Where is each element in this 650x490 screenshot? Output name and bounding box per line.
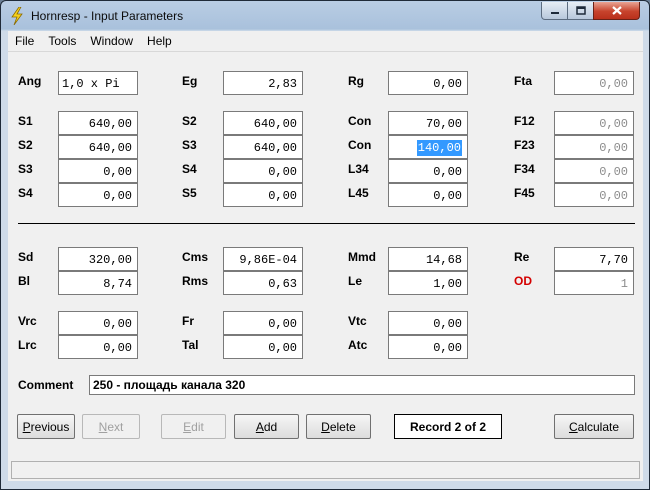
- record-indicator: Record 2 of 2: [394, 414, 502, 439]
- s2-lower-field[interactable]: 640,00: [58, 135, 138, 159]
- title-bar[interactable]: Hornresp - Input Parameters: [1, 1, 649, 31]
- s4-field[interactable]: 0,00: [223, 159, 303, 183]
- s2-field[interactable]: 640,00: [223, 111, 303, 135]
- fr-field[interactable]: 0,00: [223, 311, 303, 335]
- s5-field[interactable]: 0,00: [223, 183, 303, 207]
- con2-field[interactable]: 140,00: [388, 135, 468, 159]
- maximize-icon: [575, 6, 586, 15]
- menu-window[interactable]: Window: [83, 34, 140, 48]
- s3-label: S3: [182, 138, 197, 152]
- re-field[interactable]: 7,70: [554, 247, 634, 271]
- ang-label: Ang: [18, 74, 42, 88]
- s3-field[interactable]: 640,00: [223, 135, 303, 159]
- input-panel: Ang 1,0 x Pi Eg 2,83 Rg 0,00 Fta 0,00 S1…: [8, 52, 643, 481]
- con2-label: Con: [348, 138, 372, 152]
- s5-label: S5: [182, 186, 197, 200]
- tal-label: Tal: [182, 338, 199, 352]
- rms-label: Rms: [182, 274, 209, 288]
- maximize-button[interactable]: [567, 2, 594, 20]
- lrc-field[interactable]: 0,00: [58, 335, 138, 359]
- s4-lower-field[interactable]: 0,00: [58, 183, 138, 207]
- menu-bar: File Tools Window Help: [8, 31, 643, 52]
- con1-field[interactable]: 70,00: [388, 111, 468, 135]
- f34-label: F34: [514, 162, 535, 176]
- f45-field: 0,00: [554, 183, 634, 207]
- s1-field[interactable]: 640,00: [58, 111, 138, 135]
- con2-selected-text: 140,00: [416, 140, 462, 156]
- f45-label: F45: [514, 186, 535, 200]
- rg-label: Rg: [348, 74, 364, 88]
- con1-label: Con: [348, 114, 372, 128]
- bl-field[interactable]: 8,74: [58, 271, 138, 295]
- eg-field[interactable]: 2,83: [223, 71, 303, 95]
- l45-label: L45: [348, 186, 369, 200]
- sd-field[interactable]: 320,00: [58, 247, 138, 271]
- le-field[interactable]: 1,00: [388, 271, 468, 295]
- f23-field: 0,00: [554, 135, 634, 159]
- f23-label: F23: [514, 138, 535, 152]
- bl-label: Bl: [18, 274, 30, 288]
- lightning-icon: [11, 7, 23, 25]
- next-button: Next: [82, 414, 140, 439]
- l34-label: L34: [348, 162, 369, 176]
- atc-label: Atc: [348, 338, 368, 352]
- section-divider: [18, 223, 635, 224]
- cms-label: Cms: [182, 250, 209, 264]
- menu-file[interactable]: File: [8, 34, 41, 48]
- minimize-button[interactable]: [541, 2, 568, 20]
- rg-field[interactable]: 0,00: [388, 71, 468, 95]
- close-button[interactable]: [593, 2, 640, 20]
- edit-button: Edit: [161, 414, 226, 439]
- ang-field[interactable]: 1,0 x Pi: [58, 71, 138, 95]
- fta-field: 0,00: [554, 71, 634, 95]
- s4-label: S4: [182, 162, 197, 176]
- vrc-field[interactable]: 0,00: [58, 311, 138, 335]
- mmd-field[interactable]: 14,68: [388, 247, 468, 271]
- rms-field[interactable]: 0,63: [223, 271, 303, 295]
- vtc-label: Vtc: [348, 314, 367, 328]
- tal-field[interactable]: 0,00: [223, 335, 303, 359]
- window-title: Hornresp - Input Parameters: [31, 9, 184, 23]
- od-label: OD: [514, 274, 532, 288]
- f12-label: F12: [514, 114, 535, 128]
- s4-lower-label: S4: [18, 186, 33, 200]
- add-button[interactable]: Add: [234, 414, 299, 439]
- atc-field[interactable]: 0,00: [388, 335, 468, 359]
- l34-field[interactable]: 0,00: [388, 159, 468, 183]
- cms-field[interactable]: 9,86E-04: [223, 247, 303, 271]
- app-window: Hornresp - Input Parameters File Tools W…: [0, 0, 650, 490]
- fta-label: Fta: [514, 74, 532, 88]
- comment-field[interactable]: 250 - площадь канала 320: [89, 375, 635, 395]
- l45-field[interactable]: 0,00: [388, 183, 468, 207]
- close-icon: [611, 6, 622, 15]
- lrc-label: Lrc: [18, 338, 37, 352]
- delete-button[interactable]: Delete: [306, 414, 371, 439]
- menu-tools[interactable]: Tools: [41, 34, 83, 48]
- eg-label: Eg: [182, 74, 198, 88]
- menu-help[interactable]: Help: [140, 34, 179, 48]
- s3-lower-field[interactable]: 0,00: [58, 159, 138, 183]
- comment-label: Comment: [18, 378, 74, 392]
- f34-field: 0,00: [554, 159, 634, 183]
- mmd-label: Mmd: [348, 250, 376, 264]
- s1-label: S1: [18, 114, 33, 128]
- minimize-icon: [550, 11, 559, 14]
- s2-lower-label: S2: [18, 138, 33, 152]
- sd-label: Sd: [18, 250, 34, 264]
- s2-label: S2: [182, 114, 197, 128]
- calculate-button[interactable]: Calculate: [554, 414, 634, 439]
- previous-button[interactable]: Previous: [17, 414, 75, 439]
- fr-label: Fr: [182, 314, 194, 328]
- f12-field: 0,00: [554, 111, 634, 135]
- status-bar: [11, 461, 640, 479]
- od-field: 1: [554, 271, 634, 295]
- vtc-field[interactable]: 0,00: [388, 311, 468, 335]
- vrc-label: Vrc: [18, 314, 37, 328]
- re-label: Re: [514, 250, 530, 264]
- le-label: Le: [348, 274, 363, 288]
- s3-lower-label: S3: [18, 162, 33, 176]
